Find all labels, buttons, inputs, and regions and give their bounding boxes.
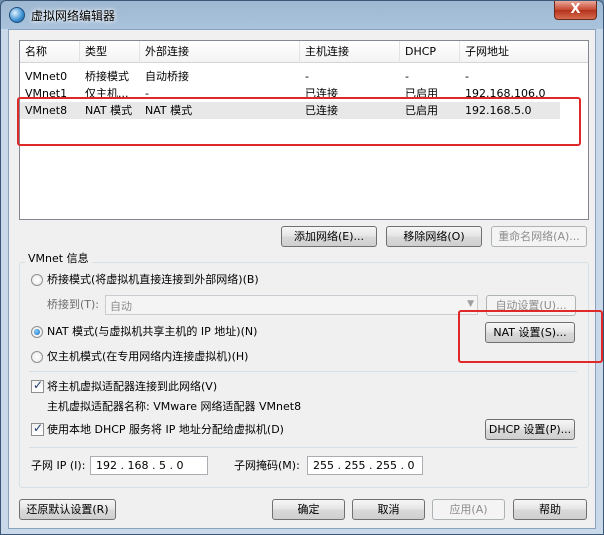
- host-only-label[interactable]: 仅主机模式(在专用网络内连接虚拟机)(H): [47, 350, 248, 364]
- use-local-dhcp-checkbox[interactable]: [31, 421, 44, 436]
- subnet-mask-input[interactable]: 255 . 255 . 255 . 0: [307, 456, 423, 475]
- title-bar: 虚拟网络编辑器 X: [1, 1, 603, 29]
- subnet-ip-input[interactable]: 192 . 168 . 5 . 0: [90, 456, 208, 475]
- bridge-to-select[interactable]: 自动 ▼: [105, 295, 478, 315]
- nat-mode-radio[interactable]: [31, 326, 43, 338]
- chevron-down-icon: ▼: [467, 299, 474, 309]
- connect-host-adapter-checkbox[interactable]: [31, 378, 44, 393]
- column-header-type[interactable]: 类型: [80, 41, 140, 63]
- subnet-ip-label: 子网 IP (I):: [31, 459, 86, 472]
- help-button[interactable]: 帮助: [513, 499, 587, 520]
- cell-dhcp: -: [405, 70, 409, 83]
- column-header-subnet[interactable]: 子网地址: [460, 41, 588, 63]
- add-network-button[interactable]: 添加网络(E)...: [281, 226, 377, 247]
- cell-subnet: -: [465, 70, 469, 83]
- divider: [29, 447, 577, 448]
- column-header-host[interactable]: 主机连接: [300, 41, 400, 63]
- column-header-dhcp[interactable]: DHCP: [400, 41, 460, 63]
- host-adapter-name-label: 主机虚拟适配器名称: VMware 网络适配器 VMnet8: [47, 400, 302, 413]
- subnet-mask-label: 子网掩码(M):: [234, 459, 300, 472]
- use-local-dhcp-label[interactable]: 使用本地 DHCP 服务将 IP 地址分配给虚拟机(D): [47, 423, 284, 437]
- nat-mode-label[interactable]: NAT 模式(与虚拟机共享主机的 IP 地址)(N): [47, 325, 257, 339]
- cell-type: 桥接模式: [85, 70, 129, 83]
- divider: [29, 371, 577, 372]
- close-button[interactable]: X: [554, 1, 597, 20]
- connect-host-adapter-label[interactable]: 将主机虚拟适配器连接到此网络(V): [47, 380, 217, 394]
- host-only-radio[interactable]: [31, 351, 43, 363]
- cell-external: 自动桥接: [145, 70, 189, 83]
- table-row-vmnet0[interactable]: VMnet0 桥接模式 自动桥接 - - -: [20, 68, 588, 85]
- bridge-to-value: 自动: [110, 300, 132, 313]
- bridge-mode-label[interactable]: 桥接模式(将虚拟机直接连接到外部网络)(B): [47, 273, 259, 287]
- cancel-button[interactable]: 取消: [352, 499, 425, 520]
- network-list-header: 名称 类型 外部连接 主机连接 DHCP 子网地址: [20, 41, 588, 63]
- rename-network-button[interactable]: 重命名网络(A)...: [491, 226, 587, 247]
- highlight-box-vmnet8-row: [17, 97, 581, 146]
- highlight-box-nat-settings: [458, 310, 603, 363]
- cell-host: -: [305, 70, 309, 83]
- dialog-client-area: 名称 类型 外部连接 主机连接 DHCP 子网地址 VMnet0 桥接模式 自动…: [8, 29, 603, 529]
- apply-button[interactable]: 应用(A): [432, 499, 505, 520]
- column-header-name[interactable]: 名称: [20, 41, 80, 63]
- vmware-app-icon: [9, 7, 25, 23]
- column-header-external[interactable]: 外部连接: [140, 41, 300, 63]
- restore-defaults-button[interactable]: 还原默认设置(R): [19, 499, 116, 520]
- dhcp-settings-button[interactable]: DHCP 设置(P)...: [485, 419, 575, 440]
- cell-name: VMnet0: [25, 70, 68, 83]
- window-title: 虚拟网络编辑器: [31, 9, 116, 23]
- virtual-network-editor-window: 虚拟网络编辑器 X 名称 类型 外部连接 主机连接 DHCP 子网地址 VMne…: [0, 0, 604, 535]
- vmnet-info-title: VMnet 信息: [25, 252, 92, 266]
- ok-button[interactable]: 确定: [272, 499, 345, 520]
- bridge-to-label: 桥接到(T):: [47, 298, 100, 311]
- bridge-mode-radio[interactable]: [31, 274, 43, 286]
- remove-network-button[interactable]: 移除网络(O): [386, 226, 482, 247]
